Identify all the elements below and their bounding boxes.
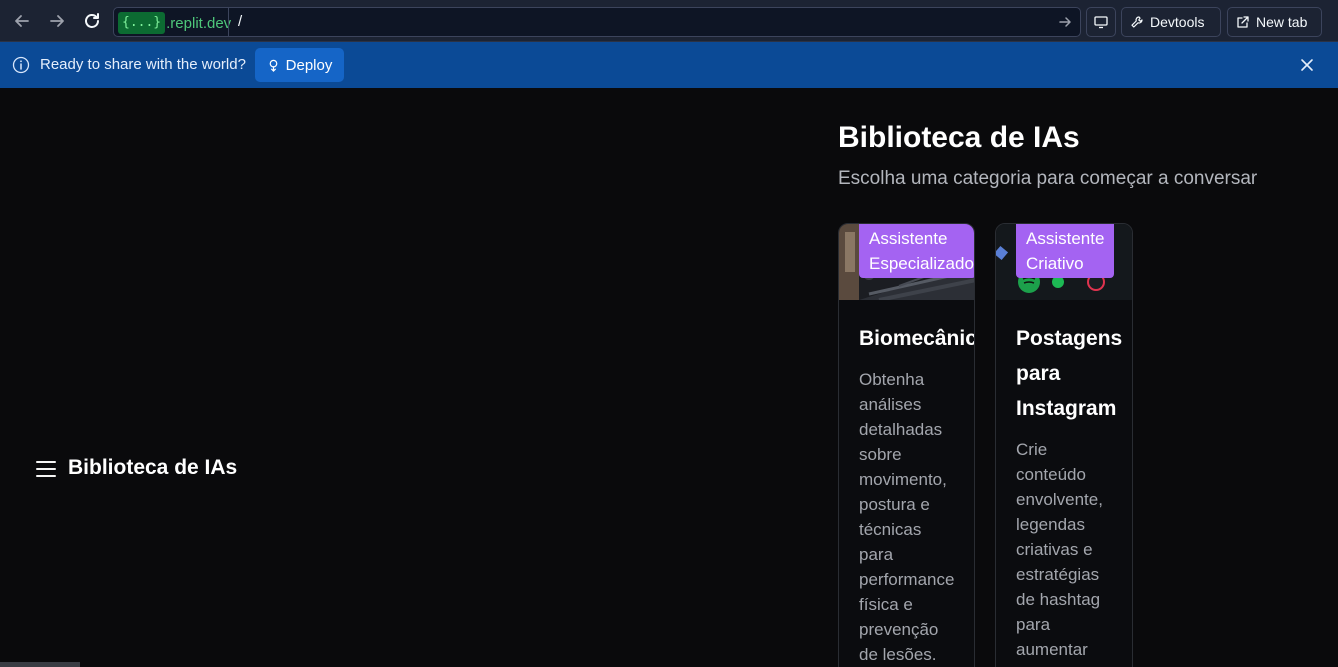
card-title: Biomecânica <box>859 327 974 350</box>
deploy-button[interactable]: Deploy <box>255 48 344 82</box>
card-description: Obtenha análises detalhadas sobre movime… <box>859 370 955 664</box>
card-badge-line: Especializado <box>869 254 974 273</box>
devtools-label: Devtools <box>1150 14 1205 30</box>
scrollbar[interactable] <box>1322 88 1338 667</box>
horizontal-scrollbar-thumb[interactable] <box>0 662 80 667</box>
deploy-label: Deploy <box>285 56 333 74</box>
url-host: {...} .replit.dev <box>118 12 231 34</box>
url-path-input[interactable]: / <box>238 13 242 30</box>
browser-toolbar: {...} .replit.dev / Devtools New tab <box>0 0 1338 42</box>
banner-message: Ready to share with the world? <box>40 56 246 73</box>
card-title: Postagens para Instagram <box>1016 327 1123 420</box>
reload-icon[interactable] <box>80 9 104 33</box>
card-badge: Assistente Especializado <box>859 224 974 278</box>
card-badge-line: Assistente <box>869 229 948 248</box>
card-badge-line: Assistente <box>1026 229 1105 248</box>
card-description: Crie conteúdo envolvente, legendas criat… <box>1016 440 1103 659</box>
external-link-icon <box>1237 16 1249 28</box>
go-arrow-icon[interactable] <box>1058 14 1072 33</box>
category-card-instagram[interactable]: Assistente Criativo Postagens para Insta… <box>995 223 1133 667</box>
devtools-button[interactable]: Devtools <box>1121 7 1221 37</box>
page-subtitle: Escolha uma categoria para começar a con… <box>838 168 1258 189</box>
screen-toggle-button[interactable] <box>1086 7 1116 37</box>
menu-icon[interactable] <box>36 461 56 479</box>
new-tab-button[interactable]: New tab <box>1227 7 1322 37</box>
new-tab-label: New tab <box>1256 14 1308 30</box>
wrench-icon <box>1131 16 1143 28</box>
card-badge-line: Criativo <box>1026 254 1084 273</box>
deploy-icon <box>269 59 277 72</box>
forward-arrow-icon[interactable] <box>45 9 69 33</box>
app-brand: Biblioteca de IAs <box>68 456 238 479</box>
url-domain: .replit.dev <box>166 14 232 32</box>
category-card-biomecanica[interactable]: Assistente Especializado Biomecânica Obt… <box>838 223 975 667</box>
url-badge: {...} <box>118 12 166 34</box>
url-divider <box>228 8 229 36</box>
info-icon <box>12 56 30 74</box>
address-bar[interactable]: {...} .replit.dev / <box>113 7 1081 37</box>
card-badge: Assistente Criativo <box>1016 224 1114 278</box>
monitor-icon <box>1094 16 1108 29</box>
page-title: Biblioteca de IAs <box>838 121 1080 154</box>
deploy-banner: Ready to share with the world? Deploy <box>0 42 1338 88</box>
app-page: Biblioteca de IAs Biblioteca de IAs Esco… <box>3 88 1322 667</box>
close-icon[interactable] <box>1298 56 1316 74</box>
back-arrow-icon[interactable] <box>10 9 34 33</box>
